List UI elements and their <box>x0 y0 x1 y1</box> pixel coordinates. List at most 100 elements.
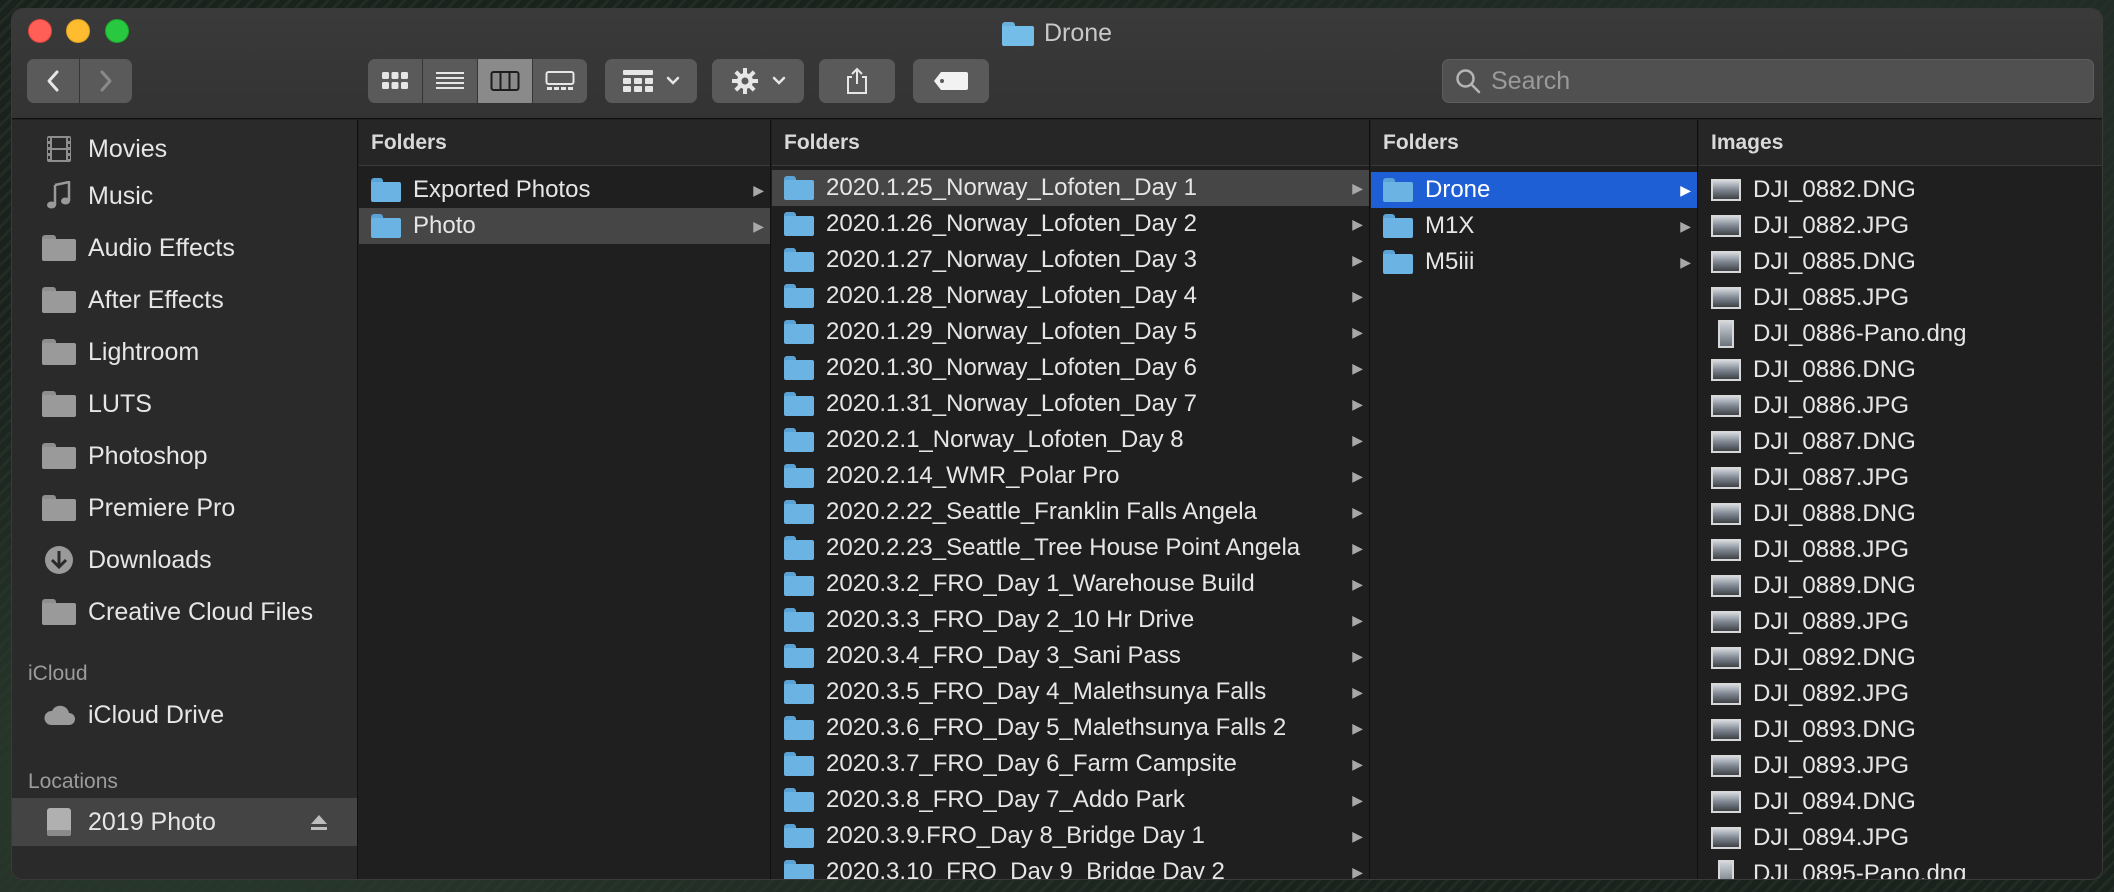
sidebar-item-2019-photo[interactable]: 2019 Photo <box>12 798 357 846</box>
tags-button[interactable] <box>913 59 989 103</box>
image-file-row[interactable]: DJI_0892.JPG <box>1699 676 2102 712</box>
folder-row[interactable]: 2020.1.27_Norway_Lofoten_Day 3 ▶ <box>772 242 1369 278</box>
image-file-row[interactable]: DJI_0895-Pano.dng <box>1699 856 2102 879</box>
share-button[interactable] <box>819 59 895 103</box>
image-file-row[interactable]: DJI_0894.DNG <box>1699 784 2102 820</box>
file-label: DJI_0885.JPG <box>1753 284 1910 311</box>
sidebar-item-luts[interactable]: LUTS <box>12 378 357 430</box>
folder-row-photo[interactable]: Photo ▶ <box>359 208 770 244</box>
sidebar-item-after-effects[interactable]: After Effects <box>12 274 357 326</box>
folder-row-m1x[interactable]: M1X ▶ <box>1371 208 1697 244</box>
sidebar-item-photoshop[interactable]: Photoshop <box>12 430 357 482</box>
folder-label: 2020.3.6_FRO_Day 5_Malethsunya Falls 2 <box>826 714 1287 741</box>
image-file-row[interactable]: DJI_0882.DNG <box>1699 172 2102 208</box>
search-input[interactable] <box>1491 66 2093 96</box>
list-icon <box>436 72 464 89</box>
folder-icon <box>42 339 76 365</box>
folder-row[interactable]: 2020.2.14_WMR_Polar Pro ▶ <box>772 458 1369 494</box>
folder-label: 2020.1.27_Norway_Lofoten_Day 3 <box>826 246 1197 273</box>
chevron-down-icon <box>666 76 680 85</box>
image-file-row[interactable]: DJI_0882.JPG <box>1699 208 2102 244</box>
folder-row[interactable]: 2020.3.9.FRO_Day 8_Bridge Day 1 ▶ <box>772 818 1369 854</box>
folder-label: 2020.1.25_Norway_Lofoten_Day 1 <box>826 174 1197 201</box>
folder-label: 2020.1.31_Norway_Lofoten_Day 7 <box>826 390 1197 417</box>
disclosure-arrow-icon: ▶ <box>1352 539 1363 556</box>
folder-icon <box>784 788 814 812</box>
folder-row[interactable]: 2020.3.7_FRO_Day 6_Farm Campsite ▶ <box>772 746 1369 782</box>
forward-button[interactable] <box>80 59 132 103</box>
folder-icon <box>784 320 814 344</box>
folder-row[interactable]: 2020.1.30_Norway_Lofoten_Day 6 ▶ <box>772 350 1369 386</box>
search-field[interactable] <box>1442 59 2094 103</box>
folder-icon <box>371 214 401 238</box>
folder-label: 2020.3.9.FRO_Day 8_Bridge Day 1 <box>826 822 1205 849</box>
folder-row-exported-photos[interactable]: Exported Photos ▶ <box>359 172 770 208</box>
image-file-row[interactable]: DJI_0886.DNG <box>1699 352 2102 388</box>
folder-row[interactable]: 2020.1.25_Norway_Lofoten_Day 1 ▶ <box>772 170 1369 206</box>
image-file-row[interactable]: DJI_0889.DNG <box>1699 568 2102 604</box>
sidebar-item-label: Downloads <box>88 545 212 574</box>
image-file-row[interactable]: DJI_0894.JPG <box>1699 820 2102 856</box>
folder-row[interactable]: 2020.2.22_Seattle_Franklin Falls Angela ▶ <box>772 494 1369 530</box>
folder-row[interactable]: 2020.1.28_Norway_Lofoten_Day 4 ▶ <box>772 278 1369 314</box>
sidebar-item-lightroom[interactable]: Lightroom <box>12 326 357 378</box>
image-file-row[interactable]: DJI_0893.JPG <box>1699 748 2102 784</box>
sidebar-item-audio-effects[interactable]: Audio Effects <box>12 222 357 274</box>
list-view-button[interactable] <box>423 59 477 103</box>
disclosure-arrow-icon: ▶ <box>1352 431 1363 448</box>
folder-row[interactable]: 2020.3.10_FRO_Day 9_Bridge Day 2 ▶ <box>772 854 1369 879</box>
image-file-row[interactable]: DJI_0888.DNG <box>1699 496 2102 532</box>
image-file-row[interactable]: DJI_0889.JPG <box>1699 604 2102 640</box>
eject-icon[interactable] <box>309 810 329 839</box>
back-button[interactable] <box>27 59 79 103</box>
image-file-row[interactable]: DJI_0892.DNG <box>1699 640 2102 676</box>
folder-icon <box>784 716 814 740</box>
image-thumbnail-icon <box>1711 431 1741 453</box>
image-file-row[interactable]: DJI_0887.DNG <box>1699 424 2102 460</box>
sidebar-item-downloads[interactable]: Downloads <box>12 534 357 586</box>
folder-row[interactable]: 2020.3.2_FRO_Day 1_Warehouse Build ▶ <box>772 566 1369 602</box>
sidebar-item-music[interactable]: Music <box>12 170 357 222</box>
sidebar-item-creative-cloud-files[interactable]: Creative Cloud Files <box>12 586 357 638</box>
folder-row[interactable]: 2020.2.23_Seattle_Tree House Point Angel… <box>772 530 1369 566</box>
image-file-row[interactable]: DJI_0887.JPG <box>1699 460 2102 496</box>
group-by-button[interactable] <box>605 59 697 103</box>
folder-row[interactable]: 2020.3.5_FRO_Day 4_Malethsunya Falls ▶ <box>772 674 1369 710</box>
folder-row[interactable]: 2020.1.26_Norway_Lofoten_Day 2 ▶ <box>772 206 1369 242</box>
image-file-row[interactable]: DJI_0885.JPG <box>1699 280 2102 316</box>
image-file-row[interactable]: DJI_0886.JPG <box>1699 388 2102 424</box>
action-menu-button[interactable] <box>712 59 804 103</box>
folder-row-drone[interactable]: Drone ▶ <box>1371 172 1697 208</box>
image-file-row[interactable]: DJI_0888.JPG <box>1699 532 2102 568</box>
folder-row[interactable]: 2020.3.3_FRO_Day 2_10 Hr Drive ▶ <box>772 602 1369 638</box>
image-thumbnail-icon <box>1711 647 1741 669</box>
tag-icon <box>934 72 968 90</box>
image-file-row[interactable]: DJI_0885.DNG <box>1699 244 2102 280</box>
grid-icon <box>382 72 408 89</box>
disclosure-arrow-icon: ▶ <box>1352 611 1363 628</box>
disclosure-arrow-icon: ▶ <box>1352 827 1363 844</box>
image-thumbnail-icon <box>1711 215 1741 237</box>
folder-row[interactable]: 2020.1.29_Norway_Lofoten_Day 5 ▶ <box>772 314 1369 350</box>
folder-icon <box>42 599 76 625</box>
folder-label: 2020.3.8_FRO_Day 7_Addo Park <box>826 786 1185 813</box>
column-view-button[interactable] <box>478 59 532 103</box>
sidebar-item-icloud-drive[interactable]: iCloud Drive <box>12 690 357 740</box>
disclosure-arrow-icon: ▶ <box>1352 791 1363 808</box>
folder-row-m5iii[interactable]: M5iii ▶ <box>1371 244 1697 280</box>
sidebar-item-movies[interactable]: Movies <box>12 128 357 170</box>
icon-view-button[interactable] <box>368 59 422 103</box>
image-file-row[interactable]: DJI_0893.DNG <box>1699 712 2102 748</box>
image-thumbnail-icon <box>1711 179 1741 201</box>
folder-row[interactable]: 2020.3.4_FRO_Day 3_Sani Pass ▶ <box>772 638 1369 674</box>
image-file-row[interactable]: DJI_0886-Pano.dng <box>1699 316 2102 352</box>
file-label: DJI_0888.JPG <box>1753 536 1910 563</box>
column-2: Folders 2020.1.25_Norway_Lofoten_Day 1 ▶ 2… <box>772 120 1370 879</box>
disclosure-arrow-icon: ▶ <box>753 217 764 234</box>
folder-row[interactable]: 2020.3.6_FRO_Day 5_Malethsunya Falls 2 ▶ <box>772 710 1369 746</box>
sidebar-item-premiere-pro[interactable]: Premiere Pro <box>12 482 357 534</box>
gallery-view-button[interactable] <box>533 59 587 103</box>
folder-row[interactable]: 2020.1.31_Norway_Lofoten_Day 7 ▶ <box>772 386 1369 422</box>
folder-row[interactable]: 2020.2.1_Norway_Lofoten_Day 8 ▶ <box>772 422 1369 458</box>
folder-row[interactable]: 2020.3.8_FRO_Day 7_Addo Park ▶ <box>772 782 1369 818</box>
